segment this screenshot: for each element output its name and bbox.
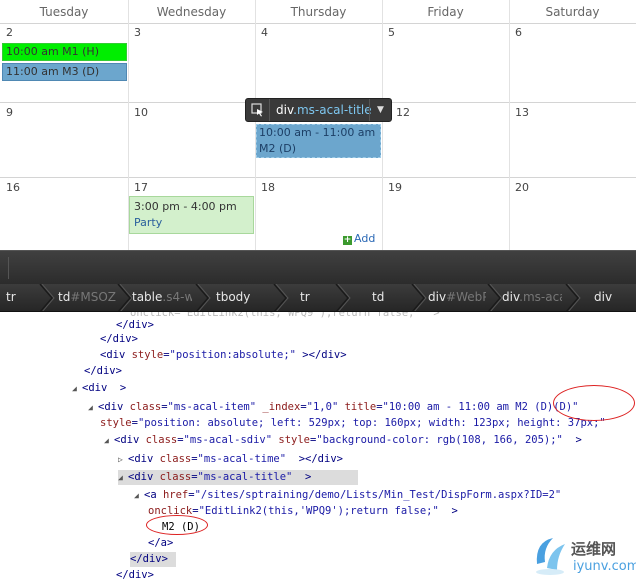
event-party-time: 3:00 pm - 4:00 pm [134, 200, 237, 213]
day-number[interactable]: 2 [6, 26, 13, 40]
breadcrumb-item[interactable]: div#WebP [428, 284, 486, 311]
day-number[interactable]: 4 [261, 26, 268, 40]
breadcrumb-item[interactable]: div.ms-aca [502, 284, 562, 311]
add-event-link[interactable]: + Add [343, 232, 375, 246]
expand-triangle-icon: ◢ [72, 384, 77, 393]
breadcrumb-item[interactable]: tr [300, 284, 332, 311]
day-divider [382, 0, 383, 250]
code-line[interactable]: ◢ <div class="ms-acal-item" _index="1,0" … [88, 400, 579, 415]
breadcrumb-item[interactable]: tbody [216, 284, 270, 311]
expand-triangle-icon: ◢ [88, 403, 93, 412]
watermark-domain: iyunv.com [573, 559, 636, 574]
day-number[interactable]: 6 [515, 26, 522, 40]
day-header-friday: Friday [427, 5, 464, 19]
breadcrumb-item[interactable]: td#MSOZ [58, 284, 116, 311]
watermark-logo-icon [536, 538, 565, 575]
annotation-circle [146, 515, 208, 535]
breadcrumb-item[interactable]: table.s4-w [132, 284, 192, 311]
toolbar-separator [8, 257, 9, 279]
code-line[interactable]: </div> [116, 318, 154, 333]
inspector-tooltip: div.ms-acal-title ▼ [245, 98, 392, 122]
code-line[interactable]: </div> [100, 332, 138, 347]
event-m1[interactable]: 10:00 am M1 (H) [2, 43, 127, 61]
day-header-saturday: Saturday [545, 5, 600, 19]
breadcrumb-item[interactable]: tr [6, 284, 38, 311]
expand-triangle-icon: ◢ [134, 491, 139, 500]
code-line[interactable]: </div> [130, 552, 176, 567]
day-number[interactable]: 16 [6, 181, 20, 195]
breadcrumb-item[interactable]: td [372, 284, 408, 311]
day-number[interactable]: 17 [134, 181, 148, 195]
event-m3[interactable]: 11:00 am M3 (D) [2, 63, 127, 81]
week-divider [0, 177, 636, 178]
inspector-element-label: div.ms-acal-title [276, 99, 372, 121]
code-line[interactable]: <div style="position:absolute;" ></div> [100, 348, 347, 363]
day-divider [509, 0, 510, 250]
day-number[interactable]: 20 [515, 181, 529, 195]
day-header-tuesday: Tuesday [39, 5, 89, 19]
code-line[interactable]: </div> [116, 568, 154, 582]
breadcrumb-item[interactable]: div [594, 284, 630, 311]
annotation-circle [553, 385, 635, 421]
day-header-thursday: Thursday [290, 5, 347, 19]
week-divider [0, 23, 636, 24]
day-number[interactable]: 9 [6, 106, 13, 120]
code-line[interactable]: ▷ <div class="ms-acal-time" ></div> [118, 452, 343, 467]
day-number[interactable]: 10 [134, 106, 148, 120]
day-number[interactable]: 19 [388, 181, 402, 195]
day-number[interactable]: 5 [388, 26, 395, 40]
devtools-toolbar [0, 250, 636, 284]
event-party[interactable]: 3:00 pm - 4:00 pm Party [129, 196, 254, 234]
expand-triangle-icon: ◢ [104, 436, 109, 445]
add-label: Add [354, 232, 376, 245]
watermark: 运维网 iyunv.com [533, 530, 636, 580]
event-m2-time: 10:00 am - 11:00 am [259, 126, 376, 139]
calendar-view: Tuesday Wednesday Thursday Friday Saturd… [0, 0, 636, 250]
watermark-cn: 运维网 [571, 540, 617, 558]
day-header-wednesday: Wednesday [156, 5, 227, 19]
code-line: onclick="EditLink2(this,'WPQ9');return f… [130, 312, 440, 319]
event-m2-highlighted[interactable]: 10:00 am - 11:00 am M2 (D) [256, 124, 381, 158]
event-party-title[interactable]: Party [134, 215, 249, 231]
day-number[interactable]: 12 [396, 106, 410, 120]
collapse-triangle-icon: ▷ [118, 455, 123, 464]
day-number[interactable]: 13 [515, 106, 529, 120]
code-line[interactable]: style="position: absolute; left: 529px; … [100, 416, 606, 431]
breadcrumb: tr td#MSOZ table.s4-w tbody tr td div#We… [0, 284, 636, 312]
code-line[interactable]: </div> [84, 364, 122, 379]
expand-triangle-icon: ◢ [118, 473, 123, 482]
code-line[interactable]: </a> [148, 536, 173, 551]
inspector-tag: div [276, 103, 294, 117]
inspector-class: .ms-acal-title [293, 103, 372, 117]
event-m2-title[interactable]: M2 (D) [259, 141, 380, 157]
day-number[interactable]: 3 [134, 26, 141, 40]
plus-icon: + [343, 235, 352, 245]
code-line[interactable]: ◢ <div class="ms-acal-sdiv" style="backgr… [104, 433, 582, 448]
select-element-icon[interactable] [246, 99, 270, 121]
code-line[interactable]: ◢ <a href="/sites/sptraining/demo/Lists/M… [134, 488, 561, 503]
code-line-selected[interactable]: ◢ <div class="ms-acal-title" > [118, 470, 358, 485]
code-line[interactable]: ◢ <div > [72, 381, 126, 396]
day-number[interactable]: 18 [261, 181, 275, 195]
chevron-down-icon[interactable]: ▼ [369, 99, 391, 121]
